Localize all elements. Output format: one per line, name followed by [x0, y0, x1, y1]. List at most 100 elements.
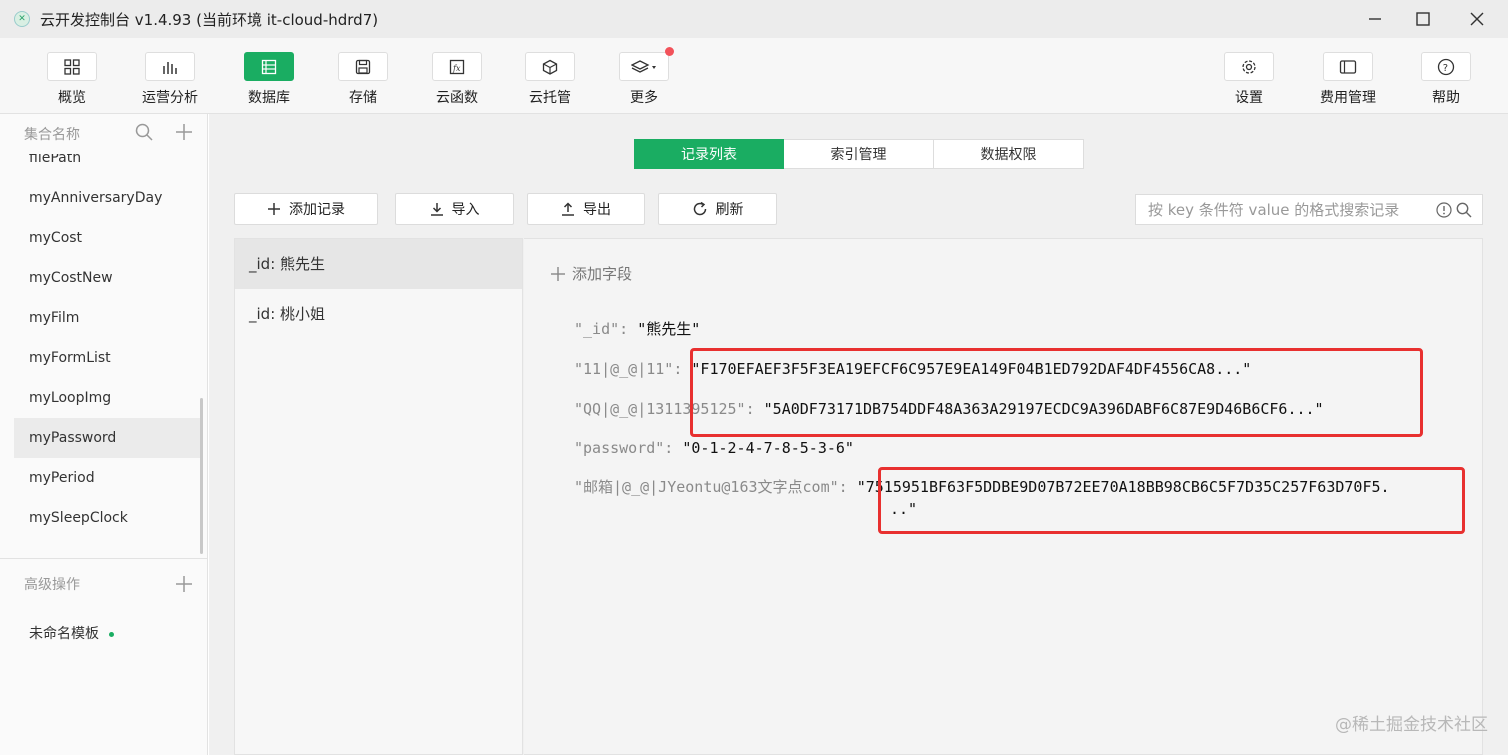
- tool-cloud-function[interactable]: fx 云函数: [417, 52, 497, 107]
- watermark: @稀土掘金技术社区: [1335, 715, 1488, 735]
- field-key: "邮箱|@_@|JYeontu@163文字点com":: [574, 478, 857, 496]
- tool-label: 更多: [630, 90, 658, 106]
- tool-label: 运营分析: [142, 90, 198, 106]
- highlight-box: [878, 467, 1465, 534]
- minimize-icon: [1369, 18, 1381, 20]
- record-search-box: [1135, 194, 1483, 225]
- maximize-button[interactable]: [1398, 0, 1448, 38]
- tool-overview[interactable]: 概览: [32, 52, 112, 107]
- billing-button[interactable]: [1323, 52, 1373, 81]
- document-item-selected[interactable]: _id: 熊先生: [235, 239, 522, 289]
- advanced-header: 高级操作: [0, 564, 207, 604]
- collection-item[interactable]: myFormList: [0, 338, 207, 378]
- refresh-button[interactable]: 刷新: [658, 193, 777, 225]
- collection-item[interactable]: filePath: [0, 154, 207, 178]
- collection-item[interactable]: myCost: [0, 218, 207, 258]
- main-panel: 记录列表 索引管理 数据权限 添加记录 导入 导出 刷新 按 key 条件符 v…: [209, 114, 1508, 755]
- document-item[interactable]: _id: 桃小姐: [235, 289, 522, 339]
- download-icon: [430, 202, 444, 216]
- highlight-box: [690, 348, 1423, 437]
- database-button[interactable]: [244, 52, 294, 81]
- template-item[interactable]: 未命名模板: [0, 614, 207, 654]
- search-collection-button[interactable]: [135, 123, 153, 141]
- field-value: "熊先生": [637, 320, 701, 338]
- more-button[interactable]: [619, 47, 674, 81]
- tool-label: 设置: [1235, 90, 1263, 106]
- database-icon: [261, 59, 277, 74]
- field-row[interactable]: "_id": "熊先生": [574, 319, 700, 339]
- advanced-header-label: 高级操作: [24, 577, 80, 593]
- app-logo-icon: ✕: [14, 11, 30, 27]
- billing-icon: [1339, 59, 1357, 74]
- tool-label: 云托管: [529, 90, 571, 106]
- info-icon[interactable]: [1436, 201, 1452, 218]
- tool-label: 存储: [349, 90, 377, 106]
- settings-button[interactable]: [1224, 52, 1274, 81]
- tool-database[interactable]: 数据库: [229, 52, 309, 107]
- tool-more[interactable]: 更多: [604, 47, 684, 107]
- collection-item[interactable]: mySleepClock: [0, 498, 207, 538]
- tab-permissions[interactable]: 数据权限: [934, 139, 1084, 169]
- help-button[interactable]: ?: [1421, 52, 1471, 81]
- save-icon: [355, 59, 371, 74]
- minimize-button[interactable]: [1350, 0, 1400, 38]
- field-row[interactable]: "password": "0-1-2-4-7-8-5-3-6": [574, 438, 854, 458]
- search-icon: [135, 123, 153, 141]
- tool-analytics[interactable]: 运营分析: [130, 52, 210, 107]
- bar-chart-icon: [163, 61, 177, 74]
- field-key: "11|@_@|11":: [574, 360, 692, 378]
- cube-icon: [542, 59, 558, 75]
- field-key: "password":: [574, 439, 683, 457]
- collection-item[interactable]: myPeriod: [0, 458, 207, 498]
- add-record-label: 添加记录: [289, 202, 345, 218]
- plus-icon: [176, 576, 192, 592]
- tool-billing[interactable]: 费用管理: [1308, 52, 1388, 107]
- close-icon: [1470, 12, 1484, 26]
- plus-icon: [550, 266, 566, 282]
- collection-item[interactable]: myCostNew: [0, 258, 207, 298]
- collection-item[interactable]: myFilm: [0, 298, 207, 338]
- sidebar-scrollbar[interactable]: [200, 398, 203, 554]
- export-button[interactable]: 导出: [527, 193, 645, 225]
- overview-button[interactable]: [47, 52, 97, 81]
- refresh-label: 刷新: [715, 202, 744, 218]
- add-collection-button[interactable]: [175, 123, 193, 141]
- window-title: 云开发控制台 v1.4.93 (当前环境 it-cloud-hdrd7): [40, 10, 379, 29]
- notification-badge: [665, 47, 674, 56]
- storage-button[interactable]: [338, 52, 388, 81]
- record-search-input[interactable]: [1136, 200, 1428, 219]
- add-field-button[interactable]: 添加字段: [550, 263, 632, 284]
- tool-storage[interactable]: 存储: [323, 52, 403, 107]
- tab-indexes[interactable]: 索引管理: [784, 139, 934, 169]
- function-icon: fx: [449, 59, 465, 74]
- collection-item[interactable]: myLoopImg: [0, 378, 207, 418]
- tool-label: 云函数: [436, 90, 478, 106]
- import-button[interactable]: 导入: [395, 193, 514, 225]
- tool-help[interactable]: ? 帮助: [1406, 52, 1486, 107]
- collections-header-label: 集合名称: [24, 127, 80, 143]
- tab-records[interactable]: 记录列表: [634, 139, 784, 169]
- template-label: 未命名模板: [29, 626, 99, 642]
- tool-cloud-hosting[interactable]: 云托管: [510, 52, 590, 107]
- grid-icon: [64, 58, 80, 75]
- cloud-function-button[interactable]: fx: [432, 52, 482, 81]
- title-bar: ✕ 云开发控制台 v1.4.93 (当前环境 it-cloud-hdrd7): [0, 0, 1508, 38]
- help-icon: ?: [1437, 58, 1455, 75]
- search-icon[interactable]: [1456, 202, 1472, 218]
- tool-settings[interactable]: 设置: [1209, 52, 1289, 107]
- collection-list: filePath myAnniversaryDay myCost myCostN…: [0, 154, 207, 558]
- collection-item-selected[interactable]: myPassword: [14, 418, 200, 458]
- active-dot-icon: [109, 631, 114, 637]
- add-template-button[interactable]: [175, 575, 193, 593]
- collection-sidebar: 集合名称 filePath myAnniversaryDay myCost my…: [0, 114, 208, 755]
- tool-label: 概览: [58, 90, 86, 106]
- maximize-icon: [1416, 12, 1430, 26]
- refresh-icon: [692, 201, 708, 217]
- import-label: 导入: [451, 202, 480, 218]
- close-button[interactable]: [1452, 0, 1502, 38]
- collection-item[interactable]: myAnniversaryDay: [0, 178, 207, 218]
- analytics-button[interactable]: [145, 52, 195, 81]
- add-record-button[interactable]: 添加记录: [234, 193, 378, 225]
- sidebar-divider: [0, 558, 207, 559]
- cloud-hosting-button[interactable]: [525, 52, 575, 81]
